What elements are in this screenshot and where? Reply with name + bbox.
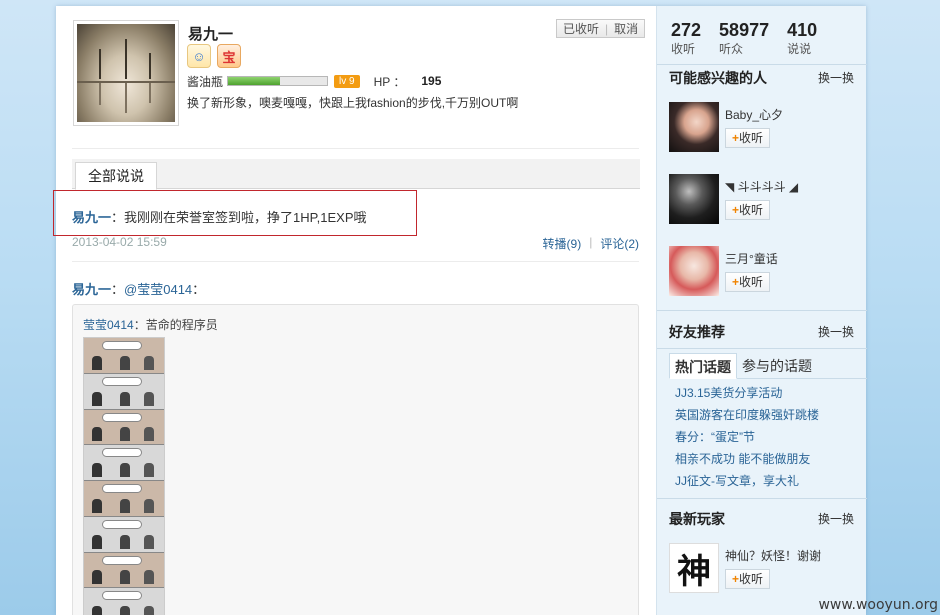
post-colon: ： [111, 282, 125, 297]
post-item: 易九一：@莹莹0414： [72, 279, 205, 298]
topic-link[interactable]: 春分：“蛋定”节 [675, 426, 819, 448]
mention-link[interactable]: @莹莹0414 [124, 282, 192, 297]
stat-followers[interactable]: 58977 听众 [719, 20, 769, 57]
profile-avatar[interactable] [73, 20, 179, 126]
stat-label: 说说 [787, 42, 812, 56]
suggested-user: 三月°童话 +收听 [669, 246, 859, 298]
side-divider [657, 348, 867, 349]
hp-value: 195 [421, 74, 442, 88]
followed-label: 已收听 [563, 22, 600, 36]
avatar-image [77, 24, 175, 122]
side-divider [657, 64, 867, 65]
hp-label: HP ： [373, 74, 406, 89]
watermark-text: www.wooyun.org [818, 597, 938, 613]
suggested-user: ◥ 斗斗斗斗 ◢ +收听 [669, 174, 859, 226]
forward-link[interactable]: 转播(9) [543, 235, 582, 252]
post-tabbar: 全部说说 [72, 159, 640, 190]
suggested-avatar[interactable] [669, 246, 719, 296]
side-divider [657, 310, 867, 311]
suggested-avatar[interactable] [669, 174, 719, 224]
follow-button[interactable]: +收听 [725, 569, 771, 589]
post-author[interactable]: 易九一 [72, 282, 111, 297]
unfollow-button[interactable]: 取消 [608, 20, 644, 37]
level-name: 酱油瓶 [187, 74, 224, 89]
refresh-button[interactable]: 换一换 [818, 323, 854, 340]
exp-fill [228, 77, 281, 85]
post-colon: ： [111, 210, 125, 225]
topic-link[interactable]: 英国游客在印度躲强奸跳楼 [675, 404, 819, 426]
stat-posts[interactable]: 410 说说 [787, 20, 817, 57]
profile-username: 易九一 [188, 26, 234, 43]
post-content: 我刚刚在荣誉室签到啦，挣了1HP,1EXP哦 [124, 210, 367, 225]
stat-label: 听众 [719, 42, 744, 56]
topic-link[interactable]: JJ3.15美货分享活动 [675, 382, 819, 404]
page-container: 易九一 ☺ 宝 酱油瓶 lv 9 HP ： 195 换了新形象，噢麦嘎嘎，快跟上… [53, 6, 867, 615]
comic-image[interactable] [83, 337, 165, 615]
profile-signature: 换了新形象，噢麦嘎嘎，快跟上我fashion的步伐,千万别OUT啊 [187, 96, 519, 110]
new-player-avatar[interactable]: 神 [669, 543, 719, 593]
suggested-name[interactable]: ◥ 斗斗斗斗 ◢ [725, 178, 798, 195]
stat-number: 410 [787, 20, 818, 40]
sidebar: 272 收听 58977 听众 410 说说 可能感兴趣的人 换一换 Baby_… [656, 6, 867, 615]
badge-row: ☺ 宝 [187, 44, 241, 68]
level-row: 酱油瓶 lv 9 HP ： 195 [187, 73, 441, 89]
topic-list: JJ3.15美货分享活动 英国游客在印度躲强奸跳楼 春分：“蛋定”节 相亲不成功… [675, 382, 819, 492]
treasure-badge-icon[interactable]: 宝 [217, 44, 241, 68]
new-players-title: 最新玩家 [669, 511, 725, 527]
post-divider [72, 261, 639, 262]
topic-tabs: 热门话题 参与的话题 [669, 353, 867, 379]
suggested-avatar[interactable] [669, 102, 719, 152]
exp-progress-bar [227, 76, 329, 86]
side-divider [657, 498, 867, 499]
refresh-button[interactable]: 换一换 [818, 69, 854, 86]
suggested-name[interactable]: Baby_心夕 [725, 106, 783, 123]
header-divider [72, 148, 639, 149]
post-author[interactable]: 易九一 [72, 210, 111, 225]
stat-number: 58977 [719, 20, 770, 40]
stat-number: 272 [671, 20, 702, 40]
new-player-name[interactable]: 神仙？妖怪！谢谢 [725, 547, 821, 564]
new-player: 神 神仙？妖怪！谢谢 +收听 [669, 543, 859, 595]
topic-link[interactable]: JJ征文-写文章，享大礼 [675, 470, 819, 492]
suggested-name[interactable]: 三月°童话 [725, 250, 778, 267]
stats-row: 272 收听 58977 听众 410 说说 [671, 20, 817, 57]
interest-title: 可能感兴趣的人 [669, 70, 767, 86]
follow-button[interactable]: +收听 [725, 272, 771, 292]
post-item: 易九一：我刚刚在荣誉室签到啦，挣了1HP,1EXP哦 [72, 207, 367, 226]
stat-following[interactable]: 272 收听 [671, 20, 701, 57]
tab-joined-topics[interactable]: 参与的话题 [737, 353, 817, 379]
post-timestamp: 2013-04-02 15:59 [72, 235, 167, 249]
suggested-user: Baby_心夕 +收听 [669, 102, 859, 154]
main-content: 易九一 ☺ 宝 酱油瓶 lv 9 HP ： 195 换了新形象，噢麦嘎嘎，快跟上… [53, 6, 656, 615]
tab-all-posts[interactable]: 全部说说 [75, 162, 157, 190]
refresh-button[interactable]: 换一换 [818, 510, 854, 527]
quote-line: 莹莹0414：苦命的程序员 [83, 318, 218, 332]
follow-button[interactable]: +收听 [725, 128, 771, 148]
follow-button[interactable]: +收听 [725, 200, 771, 220]
post-trail: ： [192, 282, 206, 297]
action-separator: | [589, 235, 593, 249]
tab-hot-topics[interactable]: 热门话题 [669, 353, 737, 379]
quote-author[interactable]: 莹莹0414 [83, 318, 134, 332]
quote-text: 苦命的程序员 [145, 318, 218, 332]
comment-link[interactable]: 评论(2) [600, 235, 639, 252]
stat-label: 收听 [671, 42, 696, 56]
follow-status-box: 已收听 | 取消 [556, 19, 646, 38]
level-tag: lv 9 [334, 74, 360, 88]
friends-title: 好友推荐 [669, 324, 725, 340]
topic-link[interactable]: 相亲不成功 能不能做朋友 [675, 448, 819, 470]
user-badge-icon[interactable]: ☺ [187, 44, 211, 68]
quoted-post: 莹莹0414：苦命的程序员 [72, 304, 639, 615]
post-actions: 转播(9) | 评论(2) [543, 235, 639, 252]
